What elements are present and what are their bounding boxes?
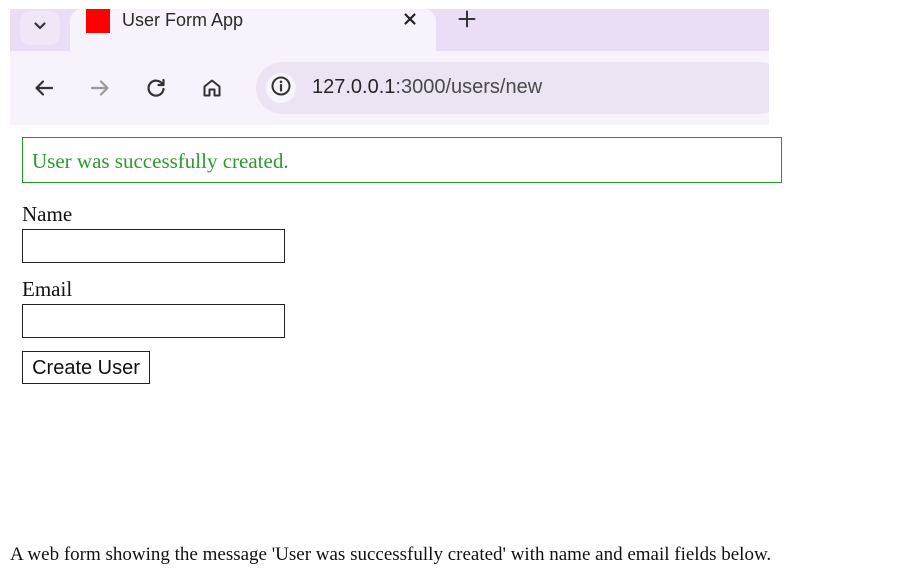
create-user-button[interactable]: Create User [22,351,150,384]
forward-button[interactable] [85,75,115,105]
chevron-down-icon [32,18,48,39]
address-bar[interactable]: 127.0.0.1:3000/users/new [256,62,769,114]
caption-text: A web form showing the message 'User was… [10,544,772,565]
tab-strip: User Form App [10,9,769,53]
browser-tab[interactable]: User Form App [70,9,436,53]
back-button[interactable] [29,75,59,105]
close-icon [402,11,418,32]
browser-window: User Form App 127.0.0.1:3000/users/new [10,9,769,125]
email-label: Email [22,277,73,301]
reload-icon [145,77,167,104]
arrow-left-icon [33,77,55,104]
url-host: 127.0.0.1 [312,76,396,98]
success-notice: User was successfully created. [22,137,782,183]
tab-search-button[interactable] [20,11,60,45]
new-tab-button[interactable] [452,9,482,33]
home-button[interactable] [197,75,227,105]
arrow-right-icon [89,77,111,104]
reload-button[interactable] [141,75,171,105]
name-label: Name [22,202,73,226]
name-input[interactable] [22,229,285,263]
close-tab-button[interactable] [398,9,422,33]
url-text[interactable]: 127.0.0.1:3000/users/new [312,76,542,99]
toolbar: 127.0.0.1:3000/users/new [10,53,769,125]
email-input[interactable] [22,304,285,338]
tab-title: User Form App [122,10,244,30]
home-icon [201,77,223,104]
plus-icon [457,9,477,34]
favicon [86,9,110,33]
info-icon [270,75,292,102]
url-path: :3000/users/new [395,76,543,98]
site-info-button[interactable] [266,73,296,103]
